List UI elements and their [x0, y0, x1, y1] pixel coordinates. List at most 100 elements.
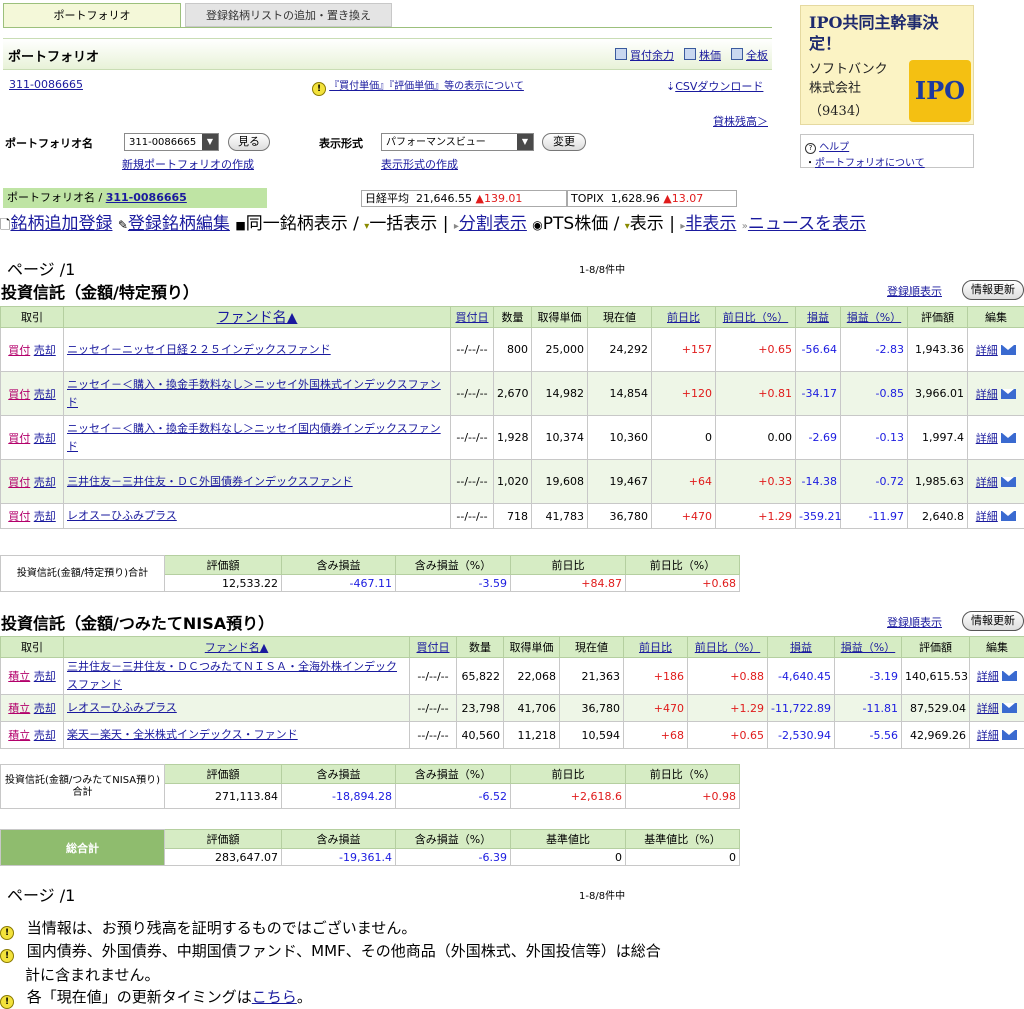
mail-icon[interactable]: [1002, 671, 1017, 681]
detail-link[interactable]: 詳細: [976, 476, 998, 489]
col-chgp[interactable]: 前日比（%）: [716, 307, 796, 328]
window-icon: [684, 48, 696, 60]
col-chg[interactable]: 前日比: [624, 637, 688, 658]
trade-cell: 積立 売却: [1, 722, 64, 749]
detail-link[interactable]: 詳細: [976, 388, 998, 401]
same-stock-toggle[interactable]: 同一銘柄表示: [246, 214, 348, 234]
display-notice[interactable]: ! 『買付単価』『評価単価』等の表示について: [312, 77, 524, 96]
register-order-link[interactable]: 登録順表示: [887, 614, 942, 630]
col-plp[interactable]: 損益（%）: [835, 637, 902, 658]
col-plp[interactable]: 損益（%）: [841, 307, 908, 328]
col-pl[interactable]: 損益: [768, 637, 835, 658]
detail-link[interactable]: 詳細: [976, 344, 998, 357]
col-chg[interactable]: 前日比: [652, 307, 716, 328]
sell-link[interactable]: 売却: [34, 344, 56, 357]
ipo-ad[interactable]: IPO共同主幹事決定！ ソフトバンク株式会社 （9434） IPO: [800, 5, 974, 125]
full-board-link[interactable]: 全板: [731, 47, 768, 63]
sell-link[interactable]: 売却: [34, 702, 56, 715]
change-button[interactable]: 変更: [542, 133, 586, 151]
detail-link[interactable]: 詳細: [977, 702, 999, 715]
detail-link[interactable]: 詳細: [977, 670, 999, 683]
col-fund[interactable]: ファンド名▲: [64, 637, 410, 658]
buy-link[interactable]: 買付: [8, 510, 30, 523]
mail-icon[interactable]: [1001, 345, 1016, 355]
mail-icon[interactable]: [1002, 730, 1017, 740]
refresh-button[interactable]: 情報更新: [962, 280, 1024, 300]
ipo-badge-icon: IPO: [909, 60, 971, 122]
tab-register-list[interactable]: 登録銘柄リストの追加・置き換え: [185, 3, 392, 27]
mail-icon[interactable]: [1001, 433, 1016, 443]
col-date[interactable]: 買付日: [451, 307, 494, 328]
col-pl[interactable]: 損益: [796, 307, 841, 328]
grand-total-label: 総合計: [1, 830, 165, 866]
pts-toggle[interactable]: PTS株価: [543, 214, 608, 234]
buy-link[interactable]: 買付: [8, 432, 30, 445]
fund-name-link[interactable]: レオスーひふみプラス: [67, 509, 177, 522]
account-link[interactable]: 311-0086665: [9, 78, 83, 91]
chg-cell: +157: [652, 328, 716, 372]
portfolio-select[interactable]: 311-0086665▼: [124, 133, 219, 151]
detail-link[interactable]: 詳細: [977, 729, 999, 742]
fund-name-link[interactable]: ニッセイ－＜購入・換金手数料なし＞ニッセイ外国株式インデックスファンド: [67, 378, 441, 409]
fund-name-link[interactable]: レオスーひふみプラス: [67, 701, 177, 714]
detail-link[interactable]: 詳細: [976, 510, 998, 523]
mail-icon[interactable]: [1002, 703, 1017, 713]
new-portfolio-link[interactable]: 新規ポートフォリオの作成: [122, 156, 254, 172]
register-order-link[interactable]: 登録順表示: [887, 283, 942, 299]
fund-name-link[interactable]: 三井住友－三井住友・ＤＣ外国債券インデックスファンド: [67, 475, 353, 488]
news-link[interactable]: ニュースを表示: [748, 214, 866, 234]
col-chgp[interactable]: 前日比（%）: [688, 637, 768, 658]
hide-link[interactable]: 非表示: [685, 214, 736, 234]
about-portfolio-link[interactable]: ポートフォリオについて: [815, 158, 925, 169]
lending-balance-link[interactable]: 貸株残高＞: [713, 113, 768, 129]
detail-link[interactable]: 詳細: [976, 432, 998, 445]
buy-link[interactable]: 買付: [8, 388, 30, 401]
price-cell: 10,594: [560, 722, 624, 749]
show-toggle[interactable]: 表示: [630, 214, 664, 234]
sell-link[interactable]: 売却: [34, 476, 56, 489]
tab-portfolio[interactable]: ポートフォリオ: [3, 3, 181, 27]
subtotal-label: 投資信託(金額/つみたてNISA預り)合計: [1, 765, 165, 809]
view-button[interactable]: 見る: [228, 133, 270, 151]
col-fund[interactable]: ファンド名▲: [64, 307, 451, 328]
sell-link[interactable]: 売却: [34, 510, 56, 523]
cost-cell: 41,783: [532, 504, 588, 529]
mail-icon[interactable]: [1001, 477, 1016, 487]
buy-link[interactable]: 積立: [8, 729, 30, 742]
chgp-cell: +0.81: [716, 372, 796, 416]
help-link[interactable]: ヘルプ: [819, 142, 849, 153]
buying-power-link[interactable]: 買付余力: [615, 47, 674, 63]
fund-name-link[interactable]: ニッセイ－ニッセイ日経２２５インデックスファンド: [67, 343, 331, 356]
col-trade: 取引: [1, 307, 64, 328]
sell-link[interactable]: 売却: [34, 432, 56, 445]
fund-name-link[interactable]: ニッセイ－＜購入・換金手数料なし＞ニッセイ国内債券インデックスファンド: [67, 422, 441, 453]
sell-link[interactable]: 売却: [34, 670, 56, 683]
add-stock-link[interactable]: 銘柄追加登録: [10, 214, 112, 234]
buy-link[interactable]: 買付: [8, 476, 30, 489]
fund-name-link[interactable]: 楽天－楽天・全米株式インデックス・ファンド: [67, 728, 298, 741]
sell-link[interactable]: 売却: [34, 388, 56, 401]
mail-icon[interactable]: [1001, 511, 1016, 521]
buy-link[interactable]: 買付: [8, 344, 30, 357]
stock-price-link[interactable]: 株価: [684, 47, 721, 63]
buy-link[interactable]: 積立: [8, 670, 30, 683]
col-date[interactable]: 買付日: [410, 637, 457, 658]
date-cell: --/--/--: [451, 328, 494, 372]
split-view-link[interactable]: 分割表示: [459, 214, 527, 234]
new-format-link[interactable]: 表示形式の作成: [381, 156, 458, 172]
csv-download-link[interactable]: ⇣CSVダウンロード: [666, 78, 763, 94]
chg-cell: +470: [624, 695, 688, 722]
fund-cell: 楽天－楽天・全米株式インデックス・ファンド: [64, 722, 410, 749]
update-timing-link[interactable]: こちら: [252, 988, 297, 1006]
buy-link[interactable]: 積立: [8, 702, 30, 715]
fund-name-link[interactable]: 三井住友－三井住友・ＤＣつみたてＮＩＳＡ・全海外株インデックスファンド: [67, 660, 397, 691]
bulk-toggle[interactable]: 一括表示: [369, 214, 437, 234]
price-cell: 10,360: [588, 416, 652, 460]
sell-link[interactable]: 売却: [34, 729, 56, 742]
mail-icon[interactable]: [1001, 389, 1016, 399]
portfolio-name-link[interactable]: 311-0086665: [106, 191, 187, 204]
refresh-button[interactable]: 情報更新: [962, 611, 1024, 631]
format-select[interactable]: パフォーマンスビュー▼: [381, 133, 534, 151]
edit-stock-link[interactable]: 登録銘柄編集: [128, 214, 230, 234]
chg-cell: +186: [624, 658, 688, 695]
